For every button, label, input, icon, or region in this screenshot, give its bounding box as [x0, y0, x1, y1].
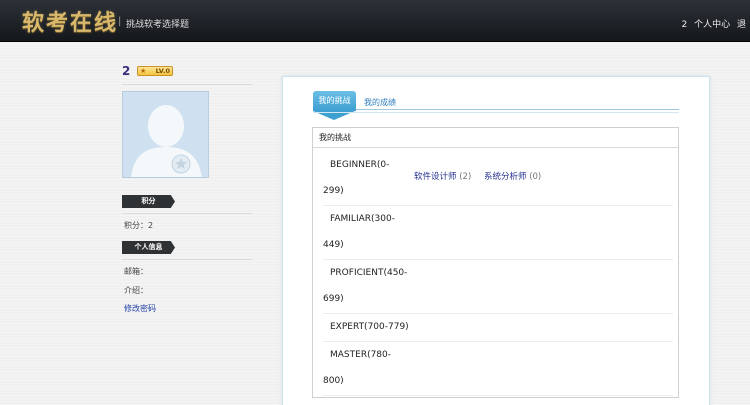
- level-name: MASTER(780-: [330, 350, 392, 360]
- personal-info-section-title: 个人信息: [122, 241, 175, 254]
- level-range-end: 299): [323, 186, 344, 196]
- tab-underline: [356, 109, 679, 110]
- level-name: FAMILIAR(300-: [330, 214, 395, 224]
- change-password-link[interactable]: 修改密码: [124, 303, 156, 314]
- default-avatar-icon: [123, 92, 208, 177]
- intro-label: 介绍：: [124, 286, 148, 295]
- level-name: EXPERT(700-779): [330, 322, 409, 332]
- points-value: 积分：2: [124, 221, 154, 230]
- tab-underline-secondary: [313, 112, 679, 113]
- header-user-menu: 2 个人中心 退: [681, 17, 750, 30]
- level-range-end: 449): [323, 240, 344, 250]
- level-badge-label: LV.0: [155, 67, 170, 75]
- challenge-box: 我的挑战 BEGINNER(0- 299) 软件设计师 (2) 系统分析师 (0…: [312, 127, 679, 398]
- email-label: 邮箱：: [124, 267, 148, 276]
- profile-divider: [122, 84, 252, 85]
- level-badge: ★ LV.0: [137, 66, 173, 76]
- top-navbar: 软考在线 | 挑战软考选择题 2 个人中心 退: [0, 0, 750, 42]
- row-divider: [323, 395, 673, 396]
- skill-link-software-designer[interactable]: 软件设计师: [414, 172, 457, 182]
- tab-my-scores[interactable]: 我的成绩: [364, 97, 396, 108]
- profile-username[interactable]: 2: [122, 64, 130, 78]
- header-separator: |: [118, 16, 122, 27]
- skill-link-system-analyst[interactable]: 系统分析师: [484, 172, 527, 182]
- badge-star-icon: ★: [140, 67, 147, 75]
- header-personal-center-link[interactable]: 个人中心: [694, 20, 730, 30]
- points-section-title: 积分: [122, 195, 175, 208]
- site-logo[interactable]: 软考在线: [22, 5, 118, 37]
- skill-count: (0): [529, 172, 542, 182]
- points-divider: [122, 213, 252, 214]
- site-tagline: 挑战软考选择题: [126, 20, 190, 30]
- header-logout-link[interactable]: 退: [737, 20, 746, 30]
- challenge-box-title: 我的挑战: [313, 128, 678, 148]
- level-name: PROFICIENT(450-: [330, 268, 408, 278]
- info-divider: [122, 259, 252, 260]
- skill-count: (2): [459, 172, 472, 182]
- avatar[interactable]: [122, 91, 209, 178]
- tab-my-challenges[interactable]: 我的挑战: [313, 91, 356, 111]
- beginner-skill-list: 软件设计师 (2) 系统分析师 (0): [414, 170, 551, 182]
- header-username-link[interactable]: 2: [681, 20, 687, 30]
- level-name: BEGINNER(0-: [330, 160, 390, 170]
- level-range-end: 699): [323, 294, 344, 304]
- level-range-end: 800): [323, 376, 344, 386]
